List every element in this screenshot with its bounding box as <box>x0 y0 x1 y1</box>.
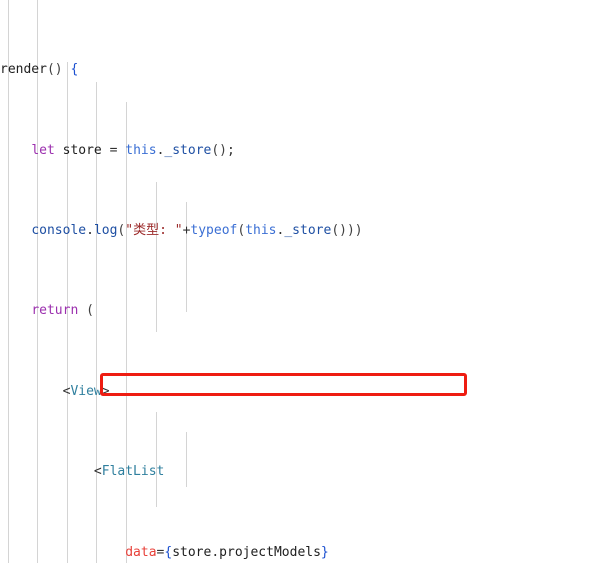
code-line-view-open[interactable]: <View> <box>0 382 591 402</box>
code-line-return[interactable]: return ( <box>0 301 591 321</box>
code-line-flatlist-open[interactable]: <FlatList <box>0 462 591 482</box>
code-editor-viewport[interactable]: render() { let store = this._store(); co… <box>0 0 591 563</box>
code-line-console-log[interactable]: console.log("类型: "+typeof(this._store())… <box>0 221 591 241</box>
code-text-block[interactable]: render() { let store = this._store(); co… <box>0 0 591 563</box>
code-line-render[interactable]: render() { <box>0 60 591 80</box>
code-line-data-prop[interactable]: data={store.projectModels} <box>0 543 591 563</box>
code-line-let-store[interactable]: let store = this._store(); <box>0 141 591 161</box>
